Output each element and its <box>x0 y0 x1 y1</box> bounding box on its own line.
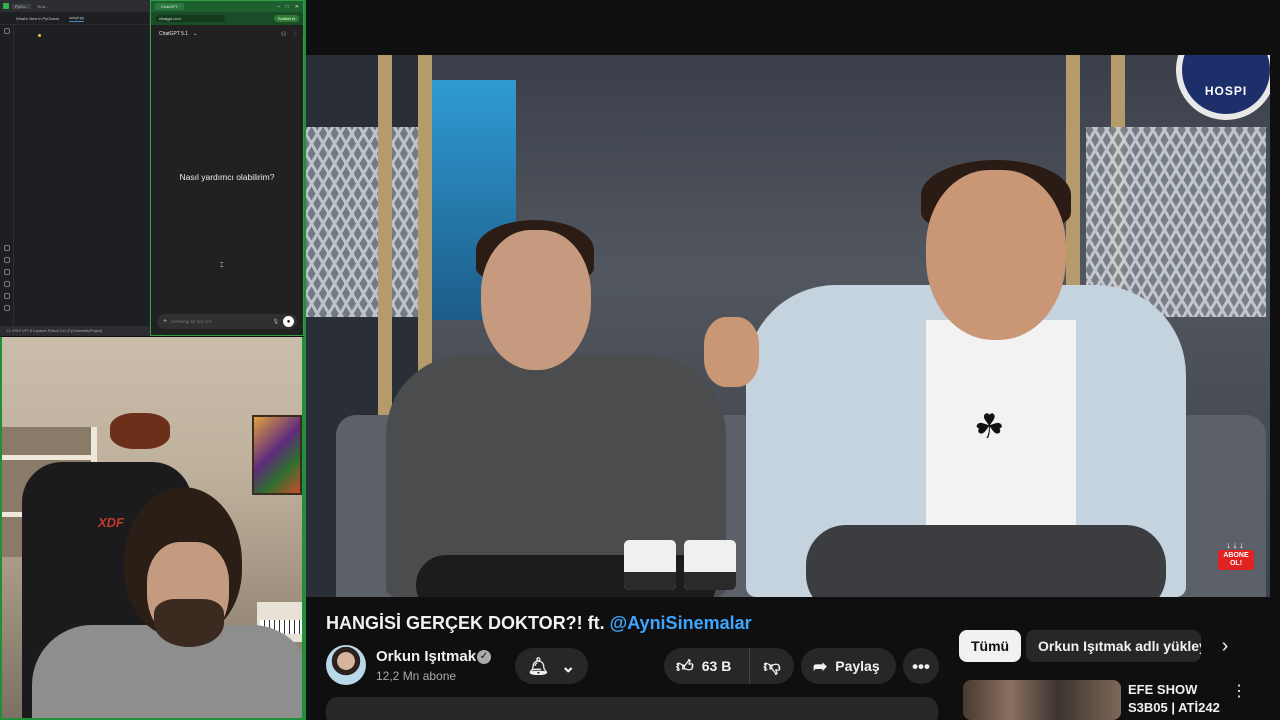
guest-right-face <box>926 170 1066 340</box>
window-tab-pycharm[interactable]: PyCh... <box>12 3 32 9</box>
chat-action-button[interactable]: Sohbet et <box>273 15 299 22</box>
share-arrow-icon: ➦ <box>813 656 828 676</box>
tool-gutter <box>0 25 14 326</box>
webcam-feed: XDF <box>0 337 304 720</box>
subscribe-overlay[interactable]: ↓↓↓ ABONE OL! <box>1218 540 1254 580</box>
more-horizontal-icon: ••• <box>912 656 930 676</box>
chevron-down-icon: ⌄ <box>193 31 198 37</box>
browser-tabbar: ChatGPT – □ ✕ <box>151 1 303 12</box>
mesh-panel <box>306 127 421 317</box>
chat-greeting: Nasıl yardımcı olabilirim? <box>179 172 275 182</box>
subscriber-count: 12,2 Mn abone <box>376 669 457 683</box>
pycharm-titlebar: PyCh... Yo b... <box>0 0 149 12</box>
voice-mode-button[interactable]: ● <box>283 316 294 327</box>
tab-script[interactable]: script.py <box>69 15 85 22</box>
editor-caret <box>38 34 41 37</box>
dislike-button[interactable]: 👎︎ <box>750 648 794 684</box>
services-icon[interactable] <box>4 269 10 275</box>
editor-tabs: What's New in PyCharm script.py <box>0 12 149 25</box>
channel-name[interactable]: Orkun Işıtmak <box>376 648 476 665</box>
chat-input[interactable] <box>171 319 269 324</box>
python-console-icon[interactable] <box>4 257 10 263</box>
problems-icon[interactable] <box>4 293 10 299</box>
wall-painting <box>252 415 302 495</box>
pycharm-statusbar: 1:1 CRLF UTF-8 4 spaces Python 3.11 (PyC… <box>0 326 149 336</box>
pointing-hand <box>704 317 759 387</box>
like-dislike-group: 👍︎ 63 B 👎︎ <box>664 648 794 684</box>
kebab-menu-icon[interactable]: ⋮ <box>1231 681 1247 701</box>
chip-channel-uploads[interactable]: Orkun Işıtmak adlı yükleyici <box>1026 630 1201 662</box>
like-button[interactable]: 👍︎ 63 B <box>664 648 750 684</box>
project-icon[interactable] <box>4 28 10 34</box>
violin <box>110 413 170 449</box>
shelf-board <box>2 455 97 460</box>
close-icon[interactable]: ✕ <box>295 4 299 10</box>
video-title: HANGİSİ GERÇEK DOKTOR?! ft. @AyniSinemal… <box>326 613 752 634</box>
mouse-cursor-icon: ⌶ <box>220 263 224 269</box>
url-field[interactable]: chatgpt.com <box>155 15 225 22</box>
chatgpt-window: ChatGPT – □ ✕ chatgpt.com Sohbet et Chat… <box>150 0 304 336</box>
add-person-icon[interactable]: ⚇ <box>281 31 286 38</box>
chevron-down-icon: ⌄ <box>561 656 576 676</box>
down-arrows-icon: ↓↓↓ <box>1226 540 1246 550</box>
youtube-watch-page: HOSPI ☘ ↓↓↓ ABONE OL! HANGİSİ GERÇEK DOK… <box>304 0 1280 720</box>
pycharm-window: PyCh... Yo b... What's New in PyCharm sc… <box>0 0 150 336</box>
microphone-icon[interactable]: 🎙 <box>273 319 279 325</box>
mention-link[interactable]: @AyniSinemalar <box>610 613 752 633</box>
recommended-thumbnail[interactable] <box>963 680 1121 720</box>
like-count: 63 B <box>701 658 732 674</box>
verified-icon: ✓ <box>477 650 491 664</box>
video-title-text: HANGİSİ GERÇEK DOKTOR?! ft. <box>326 613 610 633</box>
guest-right-legs <box>806 525 1166 597</box>
chip-all[interactable]: Tümü <box>959 630 1022 662</box>
recommended-title[interactable]: EFE SHOW S3B05 | ATİ242 <box>1128 681 1238 717</box>
window-controls: – □ ✕ <box>277 4 303 10</box>
pycharm-logo-icon <box>3 3 9 9</box>
maximize-icon[interactable]: □ <box>286 4 289 10</box>
thumbs-up-icon: 👍︎ <box>676 656 694 676</box>
model-selector[interactable]: ChatGPT 5.1 ⌄ <box>159 31 197 37</box>
cup <box>624 540 676 590</box>
subscribe-badge: ABONE OL! <box>1218 550 1254 570</box>
run-icon[interactable] <box>4 245 10 251</box>
adidas-logo-icon: ☘ <box>974 408 1005 446</box>
left-column: PyCh... Yo b... What's New in PyCharm sc… <box>0 0 304 720</box>
plus-icon[interactable]: + <box>163 318 167 325</box>
git-icon[interactable] <box>4 305 10 311</box>
description-box[interactable] <box>326 697 938 720</box>
video-player[interactable]: HOSPI ☘ ↓↓↓ ABONE OL! <box>306 55 1270 597</box>
terminal-icon[interactable] <box>4 281 10 287</box>
chair-brand-logo: XDF <box>98 515 124 530</box>
more-actions-button[interactable]: ••• <box>903 648 939 684</box>
temporary-chat-icon[interactable]: ◌ <box>293 31 297 38</box>
minimize-icon[interactable]: – <box>277 4 280 10</box>
subscription-bell-button[interactable]: 🔔︎ ⌄ <box>515 648 588 684</box>
tab-whats-new[interactable]: What's New in PyCharm <box>16 16 59 21</box>
thumbs-down-icon: 👎︎ <box>763 656 781 676</box>
share-button[interactable]: ➦ Paylaş <box>801 648 896 684</box>
cup <box>684 540 736 590</box>
guest-left-face <box>481 230 591 370</box>
channel-watermark-logo: HOSPI <box>1176 55 1270 120</box>
chat-header-icons: ⚇ ◌ <box>281 31 297 38</box>
channel-avatar[interactable] <box>326 645 366 685</box>
model-label: ChatGPT 5.1 <box>159 31 189 37</box>
window-tab-youtube[interactable]: Yo b... <box>34 4 51 9</box>
watermark-text: HOSPI <box>1204 84 1248 98</box>
chat-composer: + 🎙 ● <box>157 314 297 329</box>
browser-addressbar: chatgpt.com Sohbet et <box>151 12 303 25</box>
share-label: Paylaş <box>835 658 880 674</box>
person-beard <box>154 599 224 647</box>
chevron-right-icon[interactable]: › <box>1211 632 1239 660</box>
browser-tab-chatgpt[interactable]: ChatGPT <box>155 3 184 10</box>
bell-icon: 🔔︎ <box>527 656 550 676</box>
